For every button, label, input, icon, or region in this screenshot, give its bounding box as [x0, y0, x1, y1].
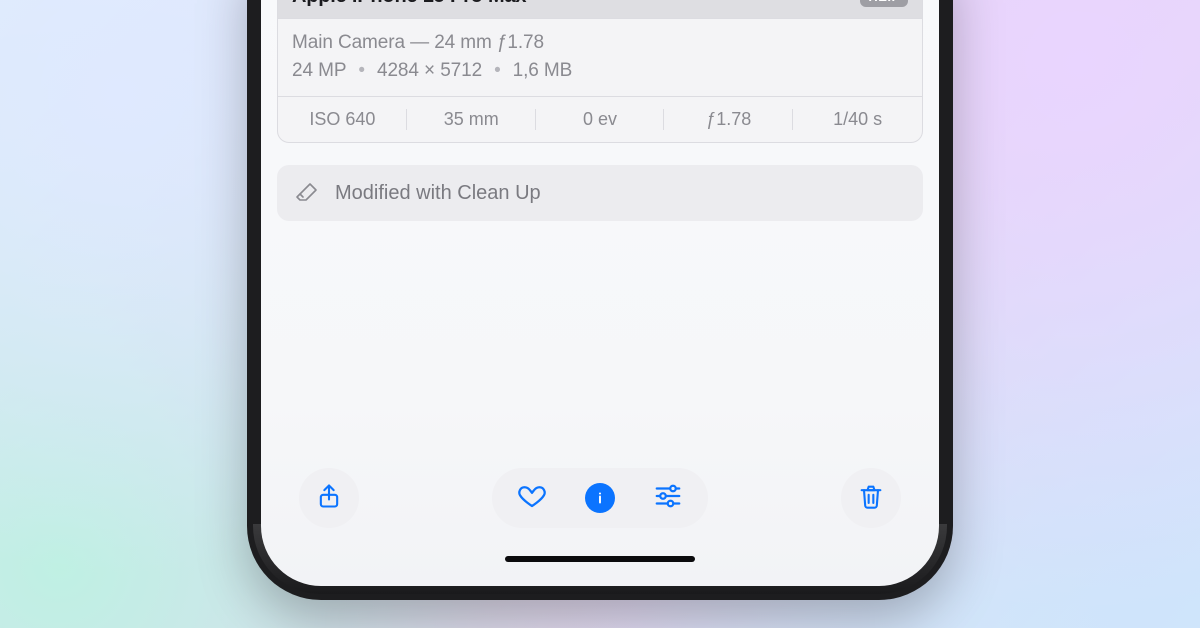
home-indicator[interactable]: [505, 556, 695, 562]
eraser-icon: [295, 181, 319, 205]
bottom-toolbar: [261, 468, 939, 586]
exif-stats-row: ISO 640 35 mm 0 ev ƒ1.78 1/40 s: [278, 96, 922, 142]
file-size-value: 1,6 MB: [513, 57, 573, 85]
aperture-value: ƒ1.78: [664, 97, 793, 142]
share-button[interactable]: [299, 468, 359, 528]
info-icon: [585, 483, 615, 513]
modified-with-cleanup-notice: Modified with Clean Up: [277, 165, 923, 221]
shutter-speed-value: 1/40 s: [793, 97, 922, 142]
heart-icon: [517, 481, 547, 516]
delete-button[interactable]: [841, 468, 901, 528]
dimensions-value: 4284 × 5712: [377, 57, 482, 85]
trash-icon: [857, 482, 885, 515]
share-icon: [315, 482, 343, 515]
image-specs-line: 24 MP • 4284 × 5712 • 1,6 MB: [292, 57, 908, 85]
sliders-icon: [653, 481, 683, 516]
camera-lens-line: Main Camera — 24 mm ƒ1.78: [292, 29, 908, 57]
iso-value: ISO 640: [278, 97, 407, 142]
focal-length-value: 35 mm: [407, 97, 536, 142]
megapixels-value: 24 MP: [292, 57, 346, 85]
exposure-bias-value: 0 ev: [536, 97, 665, 142]
image-format-badge: HEIF: [860, 0, 908, 7]
toolbar-center-pill: [492, 468, 708, 528]
photo-info-card: Apple iPhone 15 Pro Max HEIF Main Camera…: [277, 0, 923, 143]
iphone-device-frame: Apple iPhone 15 Pro Max HEIF Main Camera…: [247, 0, 953, 600]
screen: Apple iPhone 15 Pro Max HEIF Main Camera…: [261, 0, 939, 586]
modified-notice-label: Modified with Clean Up: [335, 182, 541, 205]
adjust-button[interactable]: [646, 476, 690, 520]
info-button[interactable]: [578, 476, 622, 520]
favorite-button[interactable]: [510, 476, 554, 520]
camera-device-name: Apple iPhone 15 Pro Max: [292, 0, 526, 8]
